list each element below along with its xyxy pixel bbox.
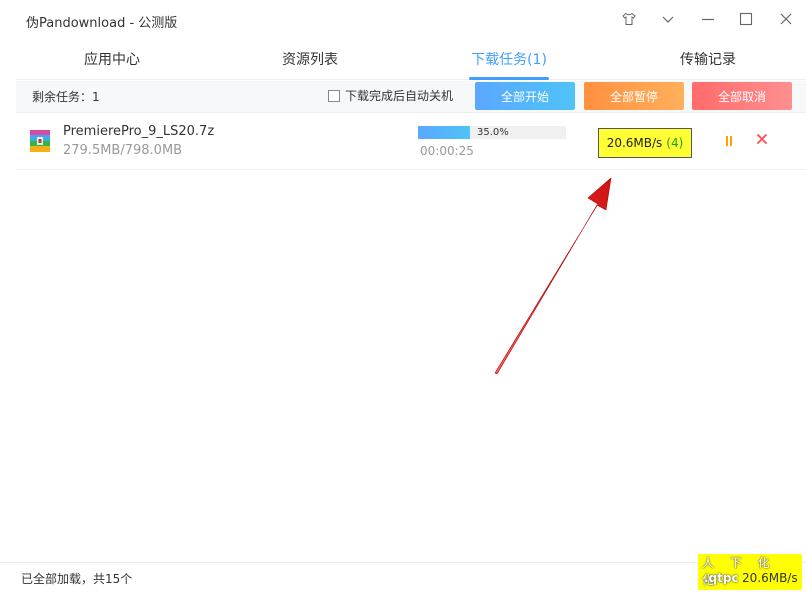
download-task-row: PremierePro_9_LS20.7z 279.5MB/798.0MB 35… xyxy=(16,114,806,170)
tab-app-center[interactable]: 应用中心 xyxy=(52,40,172,80)
task-file-name: PremierePro_9_LS20.7z xyxy=(63,124,215,139)
tab-bar: 应用中心 资源列表 下载任务(1) 传输记录 xyxy=(16,40,806,80)
cancel-task-icon[interactable] xyxy=(754,131,770,147)
title-bar: 伪Pandownload - 公测版 xyxy=(0,0,806,40)
task-speed: 20.6MB/s (4) xyxy=(598,128,692,158)
task-progress-text: 35.0% xyxy=(477,127,509,138)
load-status: 已全部加载，共15个 xyxy=(21,572,133,586)
task-thread-count: (4) xyxy=(666,136,684,150)
pause-all-button[interactable]: 全部暂停 xyxy=(584,82,684,110)
maximize-icon[interactable] xyxy=(735,8,757,30)
tab-transfer-records[interactable]: 传输记录 xyxy=(648,40,768,80)
minimize-icon[interactable] xyxy=(697,8,719,30)
watermark-speed: 20.6MB/s xyxy=(742,571,798,585)
watermark: 人 下 化 化 .qtpc 20.6MB/s xyxy=(698,554,802,590)
tab-resource-list[interactable]: 资源列表 xyxy=(250,40,370,80)
shirt-icon[interactable] xyxy=(618,8,640,30)
status-bar: 已全部加载，共15个 xyxy=(0,562,806,592)
pause-task-icon[interactable] xyxy=(723,134,735,148)
cancel-all-button[interactable]: 全部取消 xyxy=(692,82,792,110)
remaining-tasks: 剩余任务：1 xyxy=(32,90,100,104)
archive-icon xyxy=(30,130,50,152)
start-all-button[interactable]: 全部开始 xyxy=(475,82,575,110)
task-progress-fill xyxy=(418,126,470,139)
auto-shutdown-label: 下载完成后自动关机 xyxy=(345,89,454,103)
app-title: 伪Pandownload - 公测版 xyxy=(26,16,178,31)
task-file-size: 279.5MB/798.0MB xyxy=(63,143,183,158)
watermark-line2: .qtpc xyxy=(704,571,739,585)
auto-shutdown-option[interactable]: 下载完成后自动关机 xyxy=(328,87,453,104)
auto-shutdown-checkbox[interactable] xyxy=(328,89,340,102)
task-elapsed-time: 00:00:25 xyxy=(420,144,474,158)
tab-download-tasks[interactable]: 下载任务(1) xyxy=(449,40,569,80)
chevron-down-icon[interactable] xyxy=(657,8,679,30)
task-toolbar: 剩余任务：1 下载完成后自动关机 全部开始 全部暂停 全部取消 xyxy=(16,81,806,113)
task-speed-value: 20.6MB/s xyxy=(606,136,663,150)
close-icon[interactable] xyxy=(775,8,797,30)
